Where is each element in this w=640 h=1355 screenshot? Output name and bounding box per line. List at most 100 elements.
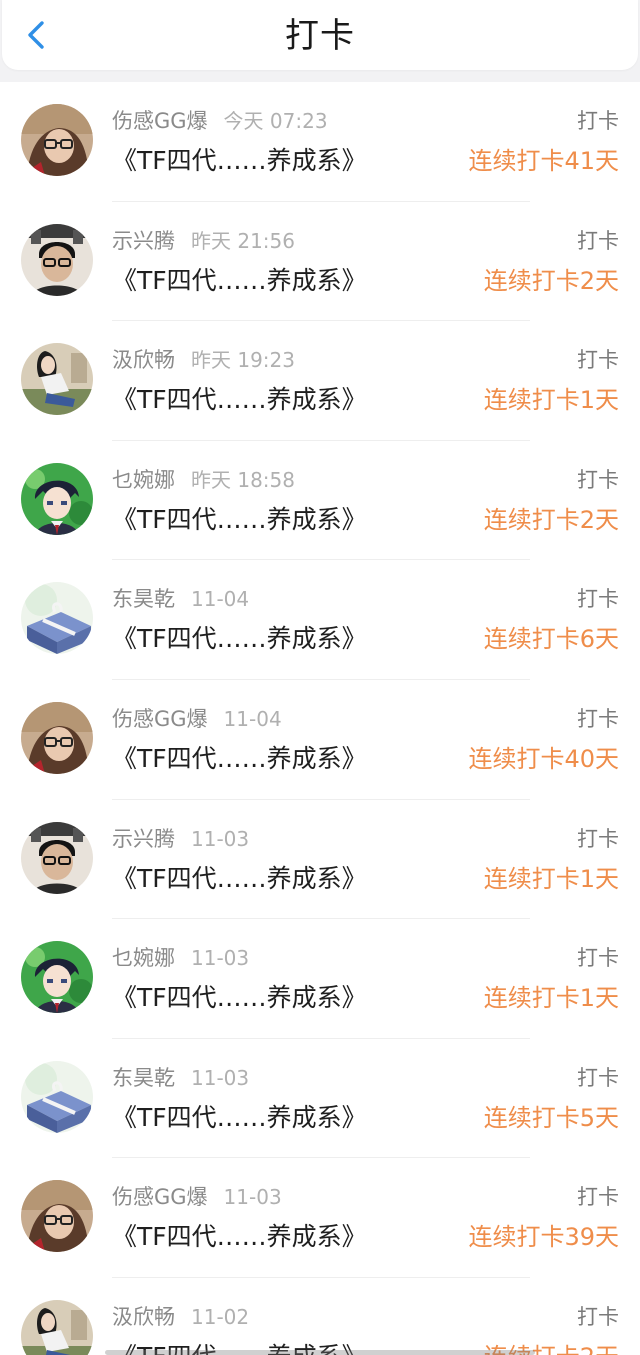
user-name[interactable]: 乜婉娜	[112, 468, 175, 492]
checkin-list[interactable]: 伤感GG爆 今天 07:23 《TF四代……养成系》 打卡 连续打卡41天 示兴腾 昨天 2…	[0, 82, 640, 1355]
avatar[interactable]	[21, 821, 93, 894]
avatar[interactable]	[21, 343, 93, 416]
book-title[interactable]: 《TF四代……养成系》	[112, 981, 367, 1015]
streak-badge: 连续打卡39天	[468, 1223, 619, 1252]
checkin-row[interactable]: 汲欣畅11-02《TF四代……养成系》打卡连续打卡2天	[0, 1277, 640, 1355]
book-title[interactable]: 《TF四代……养成系》	[112, 1101, 367, 1135]
action-label: 打卡	[577, 467, 619, 492]
streak-badge: 连续打卡1天	[483, 984, 619, 1013]
book-title[interactable]: 《TF四代……养成系》	[112, 1220, 367, 1254]
avatar-girl-glasses	[21, 104, 93, 176]
checkin-time: 今天 07:23	[223, 109, 328, 133]
top-bar: 打卡	[2, 0, 638, 70]
avatar-girl-glasses	[21, 701, 93, 774]
avatar-boy-glasses	[21, 821, 93, 894]
avatar-anime-boy	[21, 941, 93, 1014]
avatar-girl-sitting	[21, 343, 93, 416]
user-name[interactable]: 示兴腾	[112, 229, 175, 253]
book-title[interactable]: 《TF四代……养成系》	[112, 622, 367, 656]
checkin-row[interactable]: 东昊乾 11-04 《TF四代……养成系》 打卡连续打卡6天	[0, 560, 640, 680]
checkin-row[interactable]: 汲欣畅 昨天 19:23 《TF四代……养成系》 打卡 连续打卡1天	[0, 321, 640, 441]
user-name[interactable]: 东昊乾	[112, 587, 175, 611]
avatar[interactable]	[21, 104, 93, 176]
checkin-time: 11-04	[191, 587, 250, 612]
user-name[interactable]: 伤感GG爆	[112, 707, 208, 731]
action-label: 打卡	[577, 826, 619, 851]
avatar-boy-glasses	[21, 223, 93, 296]
user-name-line: 汲欣畅 11-02	[112, 1303, 249, 1331]
user-name[interactable]: 示兴腾	[112, 827, 175, 851]
action-label: 打卡	[577, 706, 619, 731]
avatar[interactable]	[21, 223, 93, 296]
action-label: 打卡	[577, 109, 619, 133]
user-name-line: 东昊乾 11-03	[112, 1064, 249, 1092]
user-name[interactable]: 汲欣畅	[112, 348, 175, 372]
avatar-girl-glasses	[21, 1180, 93, 1253]
user-name-line: 示兴腾 昨天 21:56	[112, 227, 295, 255]
user-name[interactable]: 伤感GG爆	[112, 1185, 208, 1209]
checkin-row[interactable]: 示兴腾 昨天 21:56 《TF四代……养成系》 打卡连续打卡2天	[0, 201, 640, 322]
checkin-row[interactable]: 示兴腾 11-03 《TF四代……养成系》 打卡连续打卡1天	[0, 799, 640, 920]
action-label: 打卡	[577, 1185, 619, 1210]
checkin-row[interactable]: 乜婉娜 11-03 《TF四代……养成系》 打卡连续打卡1天	[0, 919, 640, 1039]
user-name-line: 东昊乾 11-04	[112, 585, 249, 613]
action-label: 打卡	[577, 348, 619, 373]
action-label: 打卡	[577, 1065, 619, 1090]
user-name-line: 伤感GG爆 今天 07:23	[112, 107, 328, 135]
checkin-row[interactable]: 伤感GG爆 11-04 《TF四代……养成系》 打卡连续打卡40天	[0, 679, 640, 800]
streak-badge: 连续打卡5天	[483, 1103, 619, 1132]
checkin-time: 11-03	[191, 1065, 250, 1090]
streak-badge: 连续打卡40天	[468, 744, 619, 773]
page-title: 打卡	[285, 16, 355, 56]
avatar-gift-box	[21, 1060, 93, 1133]
avatar[interactable]	[21, 1299, 93, 1355]
user-name-line: 示兴腾 11-03	[112, 825, 249, 853]
user-name-line: 伤感GG爆 11-04	[112, 705, 282, 733]
avatar-anime-boy	[21, 462, 93, 535]
streak-badge: 连续打卡6天	[483, 625, 619, 654]
checkin-page: 打卡 伤感GG爆 今天 07:23 《TF四代……养成系》 打卡 连续打卡41天 示兴腾昨…	[0, 0, 640, 1355]
user-name-line: 乜婉娜 11-03	[112, 944, 249, 972]
horizontal-scrollbar[interactable]	[105, 1350, 535, 1355]
avatar[interactable]	[21, 701, 93, 774]
checkin-row[interactable]: 东昊乾 11-03 《TF四代……养成系》 打卡连续打卡5天	[0, 1038, 640, 1159]
checkin-row[interactable]: 伤感GG爆 11-03 《TF四代……养成系》 打卡连续打卡39天	[0, 1158, 640, 1278]
user-name-line: 乜婉娜 昨天 18:58	[112, 466, 295, 494]
user-name[interactable]: 乜婉娜	[112, 946, 175, 970]
book-title[interactable]: 《TF四代……养成系》	[112, 144, 367, 178]
avatar[interactable]	[21, 462, 93, 535]
checkin-row[interactable]: 乜婉娜 昨天 18:58 《TF四代……养成系》 打卡连续打卡2天	[0, 440, 640, 561]
checkin-time: 昨天 21:56	[191, 228, 295, 253]
streak-badge: 连续打卡2天	[483, 266, 619, 295]
streak-badge: 连续打卡1天	[483, 864, 619, 893]
avatar[interactable]	[21, 582, 93, 655]
streak-badge: 连续打卡2天	[483, 505, 619, 534]
user-name[interactable]: 伤感GG爆	[112, 109, 208, 133]
book-title[interactable]: 《TF四代……养成系》	[112, 383, 367, 417]
action-label: 打卡	[577, 946, 619, 971]
user-name[interactable]: 东昊乾	[112, 1066, 175, 1090]
book-title[interactable]: 《TF四代……养成系》	[112, 742, 367, 776]
checkin-row[interactable]: 伤感GG爆 今天 07:23 《TF四代……养成系》 打卡连续打卡41天	[0, 82, 640, 202]
action-label: 打卡	[577, 228, 619, 253]
checkin-time: 11-02	[191, 1304, 250, 1329]
book-title[interactable]: 《TF四代……养成系》	[112, 862, 367, 896]
book-title[interactable]: 《TF四代……养成系》	[112, 264, 367, 298]
book-title[interactable]: 《TF四代……养成系》	[112, 503, 367, 537]
avatar-gift-box	[21, 582, 93, 655]
checkin-time: 11-04	[223, 706, 282, 731]
streak-badge: 连续打卡41天	[468, 147, 619, 175]
avatar[interactable]	[21, 1060, 93, 1133]
user-name-line: 伤感GG爆 11-03	[112, 1183, 282, 1211]
avatar[interactable]	[21, 941, 93, 1014]
action-label: 打卡	[577, 1304, 619, 1329]
avatar-girl-sitting	[21, 1299, 93, 1355]
action-label: 打卡	[577, 587, 619, 612]
user-name[interactable]: 汲欣畅	[112, 1305, 175, 1329]
checkin-time: 昨天 18:58	[191, 467, 295, 492]
checkin-time: 11-03	[191, 826, 250, 851]
checkin-time: 昨天 19:23	[191, 348, 295, 373]
checkin-time: 11-03	[191, 946, 250, 971]
checkin-time: 11-03	[223, 1185, 282, 1210]
avatar[interactable]	[21, 1180, 93, 1253]
